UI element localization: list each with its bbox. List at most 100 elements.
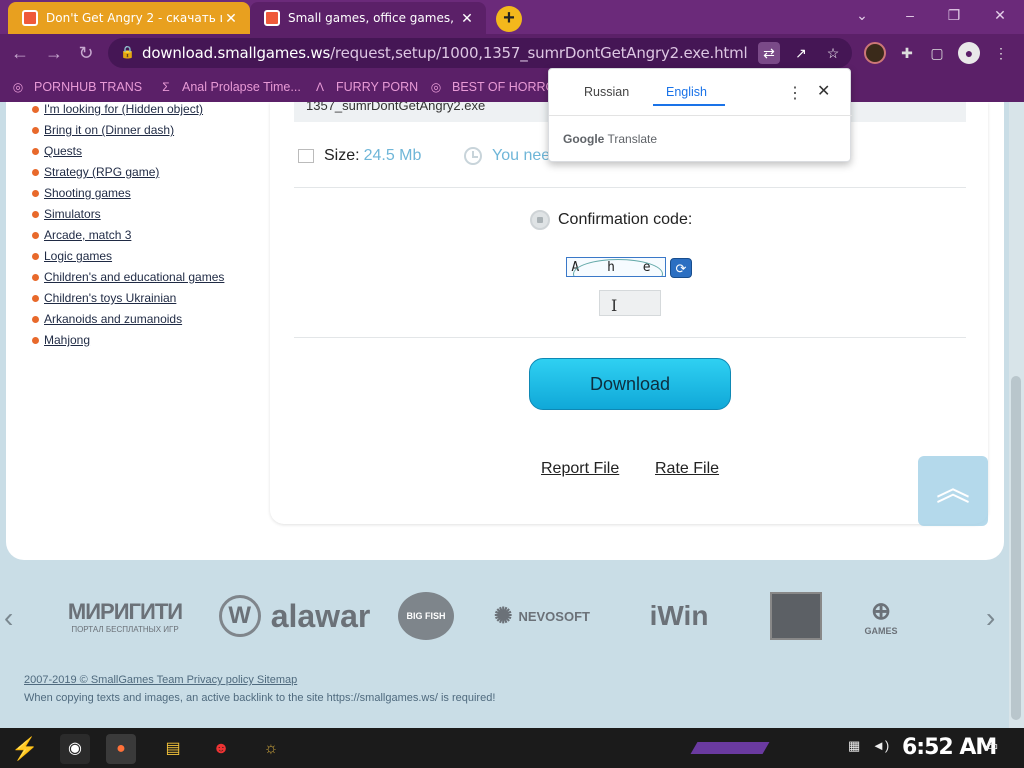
time-row: You nee xyxy=(464,146,550,166)
game-app-icon[interactable]: ☻ xyxy=(206,734,236,764)
tab-close-icon[interactable]: ✕ xyxy=(458,10,476,27)
extension-avatar-icon[interactable] xyxy=(864,42,886,64)
close-window-button[interactable]: ✕ xyxy=(980,4,1020,26)
arcade-icon[interactable] xyxy=(770,592,822,640)
partner-logo-mirigiti[interactable]: МИРИГИТИ ПОРТАЛ БЕСПЛАТНЫХ ИГР xyxy=(60,592,190,640)
translate-source-lang-tab[interactable]: Russian xyxy=(584,85,629,99)
lambda-icon: Λ xyxy=(315,80,324,94)
scroll-to-top-icon[interactable]: ︽ xyxy=(918,456,988,526)
category-link[interactable]: Logic games xyxy=(44,249,112,263)
network-icon[interactable]: ▦ xyxy=(848,738,860,754)
translate-icon[interactable]: ⇄ xyxy=(758,42,780,64)
confirmation-row: Confirmation code: xyxy=(530,210,692,230)
partner-name: alawar xyxy=(270,597,371,634)
new-tab-button[interactable]: + xyxy=(496,6,522,32)
category-link[interactable]: I'm looking for (Hidden object) xyxy=(44,102,203,116)
category-link[interactable]: Children's and educational games xyxy=(44,270,224,284)
sidebar-item: Strategy (RPG game) xyxy=(30,165,260,186)
category-link[interactable]: Quests xyxy=(44,144,82,158)
category-link[interactable]: Strategy (RPG game) xyxy=(44,165,159,179)
size-value: 24.5 Mb xyxy=(363,147,422,164)
chrome-icon[interactable]: ◉ xyxy=(60,734,90,764)
category-link[interactable]: Shooting games xyxy=(44,186,131,200)
lock-icon[interactable]: 🔒 xyxy=(120,45,135,61)
partner-logo-iwin[interactable]: iWin xyxy=(630,592,728,640)
extensions-puzzle-icon[interactable]: ✚ xyxy=(896,42,918,64)
profile-icon[interactable]: ● xyxy=(958,42,980,64)
start-icon[interactable]: ⚡ xyxy=(10,734,40,764)
taskbar-clock[interactable]: 6:52 AM xyxy=(902,735,997,760)
category-link[interactable]: Mahjong xyxy=(44,333,90,347)
bookmark-item[interactable]: ◎ PORNHUB TRANS xyxy=(10,78,142,96)
translate-target-lang-tab[interactable]: English xyxy=(666,85,707,99)
partner-logo-nevosoft[interactable]: ✺ NEVOSOFT xyxy=(480,592,604,640)
tab-search-icon[interactable]: ⌄ xyxy=(842,4,882,26)
carousel-next-icon[interactable]: › xyxy=(986,602,995,634)
partner-logo-games[interactable]: ⊕ GAMES xyxy=(856,592,906,640)
back-arrow-icon[interactable]: ← xyxy=(8,41,32,65)
alawar-icon: W xyxy=(218,595,261,637)
bookmark-item[interactable]: Σ Anal Prolapse Time... xyxy=(158,78,301,96)
taskbar-decoration xyxy=(690,742,770,754)
tab-close-icon[interactable]: ✕ xyxy=(222,10,240,27)
tab-title: Don't Get Angry 2 - скачать и xyxy=(46,11,222,25)
partner-logo-bigfish[interactable]: BIG FISH xyxy=(398,592,454,640)
pinned-app-icon[interactable]: ☼ xyxy=(256,734,286,764)
web-page: I'm looking for (Hidden object) Bring it… xyxy=(0,102,1024,728)
sidebar-item: Bring it on (Dinner dash) xyxy=(30,123,260,144)
restore-button[interactable]: ❐ xyxy=(934,4,974,26)
forward-arrow-icon[interactable]: → xyxy=(42,41,66,65)
sidebar-item: Simulators xyxy=(30,207,260,228)
bookmark-star-icon[interactable]: ☆ xyxy=(822,42,844,64)
footer-notice: When copying texts and images, an active… xyxy=(24,692,496,704)
confirmation-label: Confirmation code: xyxy=(558,211,693,228)
captcha-image: A h e xyxy=(566,257,666,277)
carousel-prev-icon[interactable]: ‹ xyxy=(4,602,13,634)
sidebar-item: Arkanoids and zumanoids xyxy=(30,312,260,333)
bookmark-item[interactable]: Λ FURRY PORN xyxy=(312,78,418,96)
translate-popup: Russian English ⋮ ✕ Google Translate xyxy=(548,68,852,162)
tab-favicon-icon xyxy=(22,10,38,26)
category-link[interactable]: Children's toys Ukrainian xyxy=(44,291,176,305)
partner-logo-alawar[interactable]: W alawar xyxy=(212,592,377,640)
firefox-icon[interactable]: ● xyxy=(106,734,136,764)
partner-carousel: ‹ МИРИГИТИ ПОРТАЛ БЕСПЛАТНЫХ ИГР W alawa… xyxy=(0,580,1024,656)
translate-more-options-icon[interactable]: ⋮ xyxy=(787,83,803,103)
notifications-icon[interactable]: ▭ xyxy=(986,738,998,754)
tab-title: Small games, office games, cas xyxy=(288,11,458,25)
lock-icon xyxy=(530,210,550,230)
refresh-captcha-icon[interactable]: ⟳ xyxy=(670,258,692,278)
sidebar-item: I'm looking for (Hidden object) xyxy=(30,102,260,123)
file-explorer-icon[interactable]: ▤ xyxy=(158,734,188,764)
url-text[interactable]: download.smallgames.ws/request,setup/100… xyxy=(142,44,748,62)
share-icon[interactable]: ↗ xyxy=(790,42,812,64)
side-panel-icon[interactable]: ▢ xyxy=(926,42,948,64)
reload-icon[interactable]: ↻ xyxy=(74,41,98,65)
confirmation-code-input[interactable] xyxy=(599,290,661,316)
tab-dont-get-angry[interactable]: Don't Get Angry 2 - скачать и ✕ xyxy=(8,2,250,34)
tab-small-games[interactable]: Small games, office games, cas ✕ xyxy=(250,2,486,34)
clock-icon xyxy=(464,147,482,165)
category-link[interactable]: Arkanoids and zumanoids xyxy=(44,312,182,326)
volume-icon[interactable]: ◄) xyxy=(872,738,889,753)
active-tab-indicator xyxy=(653,104,725,106)
category-link[interactable]: Arcade, match 3 xyxy=(44,228,131,242)
scrollbar-thumb[interactable] xyxy=(1011,376,1021,720)
globe-icon: ◎ xyxy=(430,80,442,94)
report-file-link[interactable]: Report File xyxy=(541,460,619,478)
rate-file-link[interactable]: Rate File xyxy=(655,460,719,478)
footer-copyright[interactable]: 2007-2019 © SmallGames Team Privacy poli… xyxy=(24,674,297,686)
browser-menu-icon[interactable]: ⋮ xyxy=(990,42,1012,64)
download-panel: 1357_sumrDontGetAngry2.exe Size: 24.5 Mb… xyxy=(270,102,988,524)
address-bar[interactable]: 🔒 download.smallgames.ws/request,setup/1… xyxy=(108,38,852,68)
translate-wordmark: Translate xyxy=(607,132,658,146)
minimize-button[interactable]: – xyxy=(890,4,930,26)
download-button[interactable]: Download xyxy=(529,358,731,410)
category-link[interactable]: Simulators xyxy=(44,207,101,221)
bookmark-item[interactable]: ◎ BEST OF HORRO xyxy=(428,78,556,96)
translate-close-icon[interactable]: ✕ xyxy=(817,81,830,101)
category-link[interactable]: Bring it on (Dinner dash) xyxy=(44,123,174,137)
bookmark-label: Anal Prolapse Time... xyxy=(182,80,301,94)
bookmark-label: FURRY PORN xyxy=(336,80,419,94)
partner-name: GAMES xyxy=(864,625,898,636)
